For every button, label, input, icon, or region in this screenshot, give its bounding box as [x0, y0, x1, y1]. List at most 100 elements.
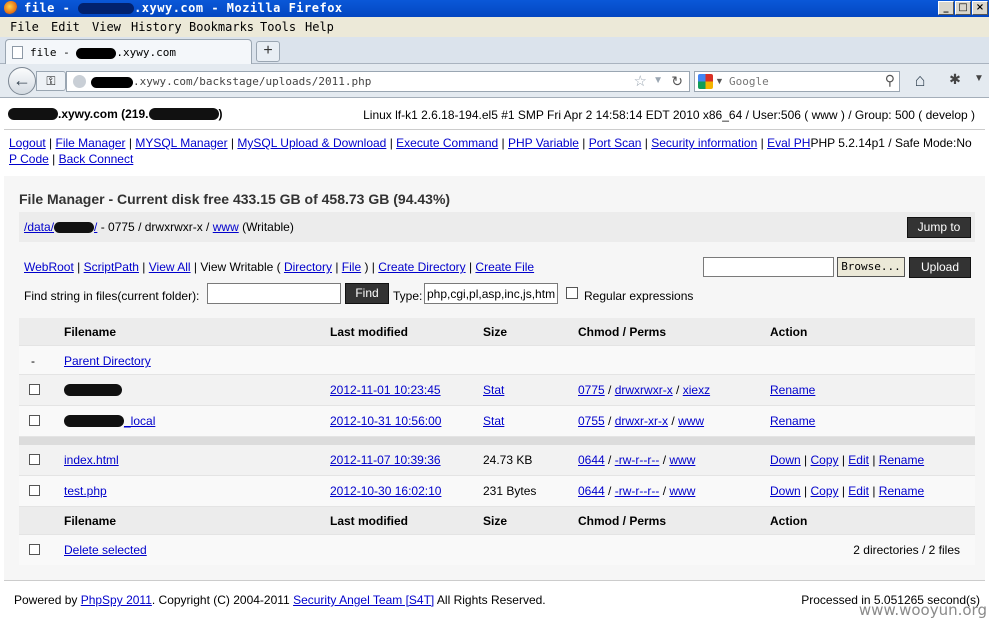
- chmod-link[interactable]: 0775: [578, 383, 605, 397]
- php-variable-link[interactable]: PHP Variable: [508, 136, 579, 150]
- row-checkbox[interactable]: [29, 454, 40, 465]
- reload-icon[interactable]: ↻: [671, 73, 683, 90]
- perms-link[interactable]: drwxr-xr-x: [615, 414, 668, 428]
- owner-link[interactable]: www: [678, 414, 704, 428]
- menu-help[interactable]: Help: [305, 20, 334, 34]
- perms-link[interactable]: -rw-r--r--: [615, 453, 660, 467]
- owner-link[interactable]: www: [669, 453, 695, 467]
- upload-file-input[interactable]: [703, 257, 834, 277]
- mysql-upload-download-link[interactable]: MySQL Upload & Download: [237, 136, 386, 150]
- modified-link[interactable]: 2012-10-30 16:02:10: [330, 484, 441, 498]
- jump-to-button[interactable]: Jump to: [907, 217, 971, 238]
- chmod-link[interactable]: 0755: [578, 414, 605, 428]
- parent-directory-link[interactable]: Parent Directory: [64, 354, 151, 368]
- down-link[interactable]: Down: [770, 484, 801, 498]
- menu-edit[interactable]: Edit: [51, 20, 80, 34]
- find-string-input[interactable]: [207, 283, 341, 304]
- file-name-link[interactable]: test.php: [64, 484, 107, 498]
- owner-link[interactable]: xiexz: [683, 383, 710, 397]
- copy-link[interactable]: Copy: [810, 484, 838, 498]
- find-button[interactable]: Find: [345, 283, 389, 304]
- view-links: WebRoot | ScriptPath | View All | View W…: [24, 260, 535, 274]
- url-bar[interactable]: .xywy.com/backstage/uploads/2011.php ☆ ▼…: [66, 71, 690, 92]
- menu-tools[interactable]: Tools: [260, 20, 296, 34]
- search-icon[interactable]: ⚲: [885, 72, 895, 89]
- back-button[interactable]: ←: [8, 67, 36, 95]
- close-button[interactable]: ×: [972, 1, 988, 15]
- maximize-button[interactable]: □: [955, 1, 971, 15]
- owner-link[interactable]: www: [669, 484, 695, 498]
- row-checkbox[interactable]: [29, 485, 40, 496]
- security-information-link[interactable]: Security information: [651, 136, 757, 150]
- page-icon: [12, 46, 23, 59]
- browse-button[interactable]: Browse...: [837, 257, 905, 277]
- tab-active[interactable]: file - .xywy.com: [5, 39, 252, 64]
- bookmark-star-icon[interactable]: ☆: [634, 72, 647, 90]
- url-text: .xywy.com/backstage/uploads/2011.php: [91, 75, 371, 88]
- path-owner-link[interactable]: www: [213, 220, 239, 234]
- menu-file[interactable]: File: [10, 20, 39, 34]
- site-identity-button[interactable]: ⚿: [36, 71, 66, 91]
- home-icon[interactable]: ⌂: [908, 70, 932, 92]
- row-checkbox[interactable]: [29, 384, 40, 395]
- row-checkbox[interactable]: [29, 415, 40, 426]
- current-path-link[interactable]: /data//: [24, 220, 97, 234]
- rename-link[interactable]: Rename: [879, 484, 924, 498]
- edit-link[interactable]: Edit: [848, 453, 869, 467]
- perms-link[interactable]: -rw-r--r--: [615, 484, 660, 498]
- google-icon[interactable]: [698, 74, 713, 89]
- port-scan-link[interactable]: Port Scan: [589, 136, 642, 150]
- mysql-manager-link[interactable]: MYSQL Manager: [135, 136, 227, 150]
- security-angel-team-link[interactable]: Security Angel Team [S4T]: [293, 593, 434, 607]
- scriptpath-link[interactable]: ScriptPath: [84, 260, 139, 274]
- logout-link[interactable]: Logout: [9, 136, 46, 150]
- view-writable-file-link[interactable]: File: [342, 260, 361, 274]
- create-file-link[interactable]: Create File: [475, 260, 534, 274]
- view-all-link[interactable]: View All: [149, 260, 191, 274]
- stat-link[interactable]: Stat: [483, 414, 504, 428]
- create-directory-link[interactable]: Create Directory: [378, 260, 465, 274]
- dir-name-link[interactable]: [64, 383, 122, 397]
- stat-link[interactable]: Stat: [483, 383, 504, 397]
- down-link[interactable]: Down: [770, 453, 801, 467]
- execute-command-link[interactable]: Execute Command: [396, 136, 498, 150]
- chmod-link[interactable]: 0644: [578, 453, 605, 467]
- eval-php-code-link-wrap[interactable]: P Code: [9, 152, 49, 166]
- back-connect-link[interactable]: Back Connect: [59, 152, 134, 166]
- actions-cell: Down | Copy | Edit | Rename: [770, 484, 925, 498]
- dir-name-link[interactable]: _local: [64, 414, 155, 428]
- webroot-link[interactable]: WebRoot: [24, 260, 74, 274]
- modified-link[interactable]: 2012-10-31 10:56:00: [330, 414, 441, 428]
- upload-button[interactable]: Upload: [909, 257, 971, 278]
- file-manager-link[interactable]: File Manager: [56, 136, 126, 150]
- addon-icon[interactable]: ✱: [944, 71, 966, 91]
- toolbar-menu-chevron-icon[interactable]: ▼: [974, 73, 984, 84]
- phpspy-link[interactable]: PhpSpy 2011: [81, 593, 152, 607]
- chmod-link[interactable]: 0644: [578, 484, 605, 498]
- paren-close: ): [364, 260, 369, 274]
- file-type-input[interactable]: php,cgi,pl,asp,inc,js,htm: [424, 283, 558, 304]
- search-engine-dropdown-icon[interactable]: ▼: [715, 76, 724, 86]
- modified-link[interactable]: 2012-11-01 10:23:45: [330, 383, 441, 397]
- delete-selected-link[interactable]: Delete selected: [64, 543, 147, 557]
- rename-link[interactable]: Rename: [879, 453, 924, 467]
- edit-link[interactable]: Edit: [848, 484, 869, 498]
- new-tab-button[interactable]: +: [256, 41, 280, 62]
- menu-view[interactable]: View: [92, 20, 121, 34]
- copy-link[interactable]: Copy: [810, 453, 838, 467]
- search-bar[interactable]: ▼ Google ⚲: [694, 71, 900, 92]
- rename-link[interactable]: Rename: [770, 383, 815, 397]
- minimize-button[interactable]: _: [938, 1, 954, 15]
- select-all-checkbox[interactable]: [29, 544, 40, 555]
- regex-checkbox[interactable]: [566, 287, 578, 299]
- view-writable-directory-link[interactable]: Directory: [284, 260, 332, 274]
- url-dropdown-icon[interactable]: ▼: [653, 75, 663, 86]
- table-row: _local 2012-10-31 10:56:00 Stat 0755 / d…: [19, 406, 975, 437]
- menu-bookmarks[interactable]: Bookmarks: [189, 20, 254, 34]
- menu-history[interactable]: History: [131, 20, 182, 34]
- modified-link[interactable]: 2012-11-07 10:39:36: [330, 453, 441, 467]
- rename-link[interactable]: Rename: [770, 414, 815, 428]
- perms-link[interactable]: drwxrwxr-x: [615, 383, 673, 397]
- eval-php-code-link[interactable]: Eval PH: [767, 136, 810, 150]
- file-name-link[interactable]: index.html: [64, 453, 119, 467]
